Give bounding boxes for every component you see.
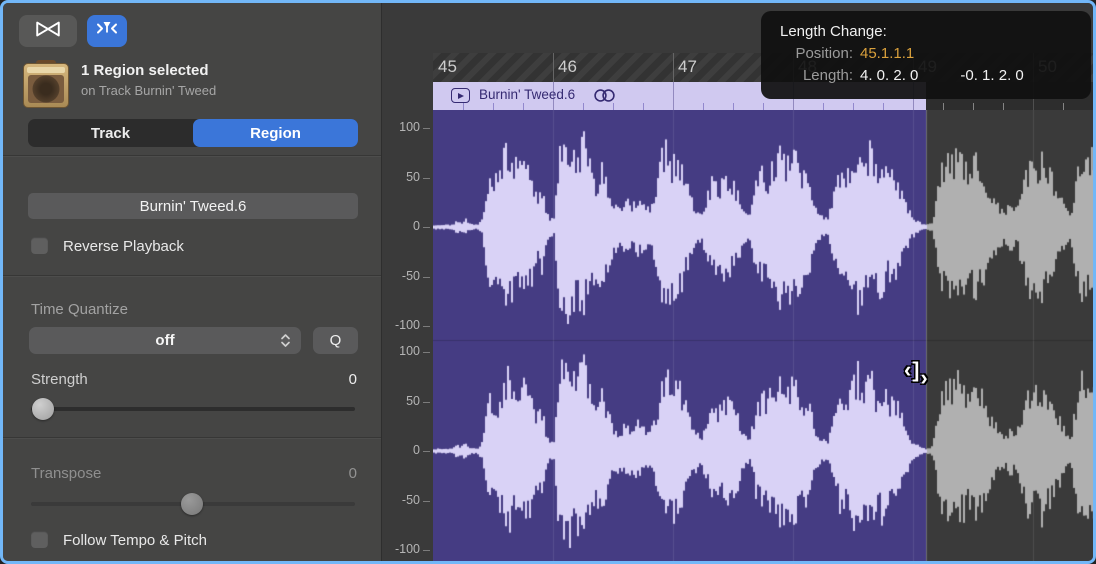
scale-tick <box>423 326 430 327</box>
flex-time-icon <box>34 20 62 43</box>
scale-tick <box>423 277 430 278</box>
beat-tick <box>943 103 944 110</box>
beat-tick <box>883 103 884 110</box>
selection-title: 1 Region selected <box>81 62 209 79</box>
beat-tick <box>463 103 464 110</box>
scale-tick <box>423 402 430 403</box>
beat-tick <box>733 103 734 110</box>
flex-time-button[interactable] <box>19 15 77 47</box>
scale-label: 100 <box>399 120 420 134</box>
scale-label: 100 <box>399 344 420 358</box>
length-delta: -0. 1. 2. 0 <box>960 65 1023 87</box>
section-divider <box>3 437 381 438</box>
scale-tick <box>423 451 430 452</box>
beat-tick <box>823 103 824 110</box>
length-label: Length: <box>775 65 853 87</box>
region-header-name: Burnin' Tweed.6 <box>479 87 575 102</box>
scale-label: -50 <box>402 269 420 283</box>
beat-tick <box>1093 103 1094 110</box>
ruler-bar-line <box>673 53 674 82</box>
scale-tick <box>423 227 430 228</box>
region-inspector-panel: 1 Region selected on Track Burnin' Tweed… <box>3 3 381 564</box>
garageband-audio-editor: 1 Region selected on Track Burnin' Tweed… <box>0 0 1096 564</box>
scale-tick <box>423 352 430 353</box>
region-name-field[interactable]: Burnin' Tweed.6 <box>28 193 358 219</box>
transpose-label: Transpose <box>31 465 101 482</box>
section-divider <box>3 155 381 156</box>
time-quantize-value: off <box>155 332 174 349</box>
position-value: 45.1.1.1 <box>860 43 1077 65</box>
guitar-amp-icon <box>23 60 69 108</box>
region-play-button[interactable] <box>451 88 470 103</box>
follow-tempo-checkbox[interactable] <box>31 531 48 548</box>
length-change-tooltip: Length Change: Position: 45.1.1.1 Length… <box>761 11 1091 99</box>
scale-label: 0 <box>413 443 420 457</box>
strip-bar-line <box>553 82 554 110</box>
beat-tick <box>703 103 704 110</box>
time-quantize-dropdown[interactable]: off <box>29 327 301 354</box>
reverse-playback-label: Reverse Playback <box>63 238 184 255</box>
selection-subtitle: on Track Burnin' Tweed <box>81 83 216 98</box>
beat-tick <box>763 103 764 110</box>
scale-label: 50 <box>406 394 420 408</box>
transpose-value: 0 <box>297 465 357 482</box>
section-divider <box>3 275 381 276</box>
tooltip-title: Length Change: <box>780 21 1077 43</box>
amplitude-scale-gutter: 100 50 0 -50 -100 100 50 0 -50 -100 <box>381 3 433 564</box>
transpose-slider-handle[interactable] <box>181 493 203 515</box>
beat-tick <box>523 103 524 110</box>
tab-track[interactable]: Track <box>28 119 193 147</box>
scale-tick <box>423 501 430 502</box>
scale-tick <box>423 178 430 179</box>
position-label: Position: <box>775 43 853 65</box>
beat-tick <box>643 103 644 110</box>
beat-tick <box>1003 103 1004 110</box>
ruler-bar-label: 47 <box>678 57 697 77</box>
length-value: 4. 0. 2. 0 <box>860 65 918 87</box>
follow-tempo-label: Follow Tempo & Pitch <box>63 532 207 549</box>
beat-tick <box>973 103 974 110</box>
strip-bar-line <box>673 82 674 110</box>
chevron-up-down-icon <box>280 332 291 354</box>
ruler-bar-label: 46 <box>558 57 577 77</box>
beat-tick <box>493 103 494 110</box>
strength-slider-track[interactable] <box>31 407 355 411</box>
scale-label: 50 <box>406 170 420 184</box>
reverse-playback-checkbox[interactable] <box>31 237 48 254</box>
scale-label: 0 <box>413 219 420 233</box>
quantize-q-button[interactable]: Q <box>313 327 358 354</box>
scale-label: -100 <box>395 318 420 332</box>
waveform-canvas[interactable] <box>433 110 1096 564</box>
beat-tick <box>613 103 614 110</box>
time-quantize-label: Time Quantize <box>31 301 128 318</box>
scale-label: -50 <box>402 493 420 507</box>
ruler-bar-label: 45 <box>438 57 457 77</box>
snap-funnel-icon <box>95 20 119 42</box>
resize-length-cursor-icon: ‹]› <box>904 358 928 384</box>
track-region-segmented-control: Track Region <box>28 119 358 147</box>
play-icon <box>458 93 464 99</box>
scale-tick <box>423 550 430 551</box>
strength-slider-handle[interactable] <box>32 398 54 420</box>
beat-tick <box>853 103 854 110</box>
strength-label: Strength <box>31 371 88 388</box>
strength-value: 0 <box>297 371 357 388</box>
tab-region[interactable]: Region <box>193 119 358 147</box>
beat-tick <box>1063 103 1064 110</box>
ruler-bar-line <box>553 53 554 82</box>
beat-tick <box>583 103 584 110</box>
scale-tick <box>423 128 430 129</box>
scale-label: -100 <box>395 542 420 556</box>
snap-edits-button[interactable] <box>87 15 127 47</box>
